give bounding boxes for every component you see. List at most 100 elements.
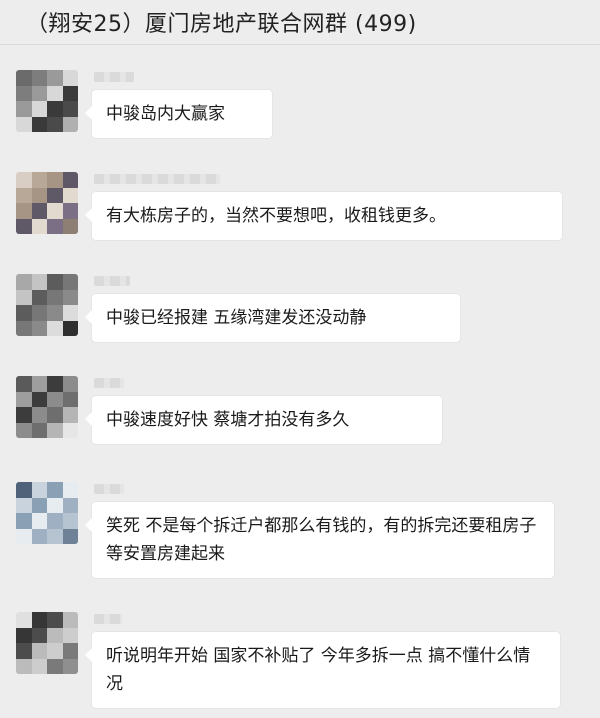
sender-name-blurred [94, 378, 124, 388]
avatar-pixel [47, 320, 63, 336]
avatar[interactable] [16, 482, 78, 544]
avatar-pixel [62, 407, 78, 423]
avatar-pixel [47, 305, 63, 321]
message-bubble[interactable]: 笑死 不是每个拆迁户都那么有钱的，有的拆完还要租房子等安置房建起来 [85, 502, 554, 578]
avatar-pixel [16, 422, 32, 438]
avatar-pixel [62, 528, 78, 544]
avatar-pixel [47, 203, 63, 219]
message-bubble[interactable]: 有大栋房子的，当然不要想吧，收租钱更多。 [85, 192, 562, 240]
message-bubble[interactable]: 中骏速度好快 蔡塘才拍没有多久 [85, 396, 442, 444]
message-bubble[interactable]: 中骏岛内大赢家 [85, 90, 272, 138]
avatar-pixel [62, 513, 78, 529]
avatar-pixel [16, 218, 32, 234]
avatar[interactable] [16, 376, 78, 438]
avatar-pixel [16, 627, 32, 643]
avatar-pixel [31, 643, 47, 659]
avatar-pixel [31, 497, 47, 513]
avatar-pixel [31, 320, 47, 336]
message-text: 笑死 不是每个拆迁户都那么有钱的，有的拆完还要租房子等安置房建起来 [106, 516, 537, 564]
avatar-pixel [62, 320, 78, 336]
message-bubble[interactable]: 听说明年开始 国家不补贴了 今年多拆一点 搞不懂什么情况 [85, 632, 560, 708]
avatar-pixel [47, 274, 63, 290]
avatar-pixel [62, 643, 78, 659]
avatar-pixel [16, 203, 32, 219]
avatar-pixel [62, 391, 78, 407]
avatar[interactable] [16, 172, 78, 234]
avatar-pixel [16, 85, 32, 101]
avatar-pixel [47, 482, 63, 498]
avatar-pixel [16, 497, 32, 513]
avatar-pixel [16, 172, 32, 188]
avatar-pixel [62, 85, 78, 101]
avatar-pixel [62, 497, 78, 513]
sender-name-blurred [94, 614, 122, 624]
avatar[interactable] [16, 612, 78, 674]
avatar-pixel [47, 289, 63, 305]
avatar-pixel [31, 422, 47, 438]
avatar-pixel [31, 376, 47, 392]
avatar-pixel [31, 407, 47, 423]
avatar-pixel [62, 305, 78, 321]
avatar-pixel [62, 274, 78, 290]
avatar-pixel [47, 627, 63, 643]
avatar-pixel [47, 528, 63, 544]
avatar[interactable] [16, 70, 78, 132]
avatar-pixel [31, 391, 47, 407]
avatar[interactable] [16, 274, 78, 336]
sender-name-blurred [94, 276, 130, 286]
avatar-pixel [16, 289, 32, 305]
avatar-pixel [31, 305, 47, 321]
avatar-pixel [62, 101, 78, 117]
avatar-pixel [16, 70, 32, 86]
avatar-pixel [62, 116, 78, 132]
avatar-pixel [62, 289, 78, 305]
avatar-pixel [47, 407, 63, 423]
avatar-pixel [62, 376, 78, 392]
avatar-pixel [31, 612, 47, 628]
avatar-pixel [16, 513, 32, 529]
avatar-pixel [47, 85, 63, 101]
avatar-pixel [16, 376, 32, 392]
avatar-pixel [62, 612, 78, 628]
avatar-pixel [31, 289, 47, 305]
avatar-pixel [16, 274, 32, 290]
avatar-pixel [16, 658, 32, 674]
avatar-pixel [16, 116, 32, 132]
chat-header: （翔安25）厦门房地产联合网群 (499) [0, 0, 600, 44]
sender-name-blurred [94, 484, 124, 494]
avatar-pixel [16, 187, 32, 203]
avatar-pixel [47, 116, 63, 132]
avatar-pixel [31, 85, 47, 101]
avatar-pixel [31, 70, 47, 86]
avatar-pixel [31, 187, 47, 203]
avatar-pixel [47, 612, 63, 628]
avatar-pixel [47, 218, 63, 234]
avatar-pixel [31, 274, 47, 290]
message-text: 中骏已经报建 五缘湾建发还没动静 [106, 308, 367, 328]
avatar-pixel [16, 320, 32, 336]
avatar-pixel [62, 422, 78, 438]
avatar-pixel [47, 187, 63, 203]
avatar-pixel [47, 497, 63, 513]
avatar-pixel [16, 101, 32, 117]
avatar-pixel [16, 528, 32, 544]
avatar-pixel [47, 172, 63, 188]
sender-name-blurred [94, 174, 220, 184]
message-bubble[interactable]: 中骏已经报建 五缘湾建发还没动静 [85, 294, 460, 342]
avatar-pixel [47, 513, 63, 529]
message-text: 中骏速度好快 蔡塘才拍没有多久 [106, 410, 350, 430]
message-text: 听说明年开始 国家不补贴了 今年多拆一点 搞不懂什么情况 [106, 646, 531, 694]
avatar-pixel [31, 482, 47, 498]
avatar-pixel [31, 658, 47, 674]
avatar-pixel [31, 528, 47, 544]
avatar-pixel [62, 627, 78, 643]
avatar-pixel [16, 391, 32, 407]
avatar-pixel [47, 376, 63, 392]
avatar-pixel [62, 187, 78, 203]
avatar-pixel [31, 203, 47, 219]
chat-title[interactable]: （翔安25）厦门房地产联合网群 (499) [26, 6, 417, 38]
avatar-pixel [31, 627, 47, 643]
avatar-pixel [16, 612, 32, 628]
message-text: 有大栋房子的，当然不要想吧，收租钱更多。 [106, 206, 446, 226]
avatar-pixel [47, 422, 63, 438]
